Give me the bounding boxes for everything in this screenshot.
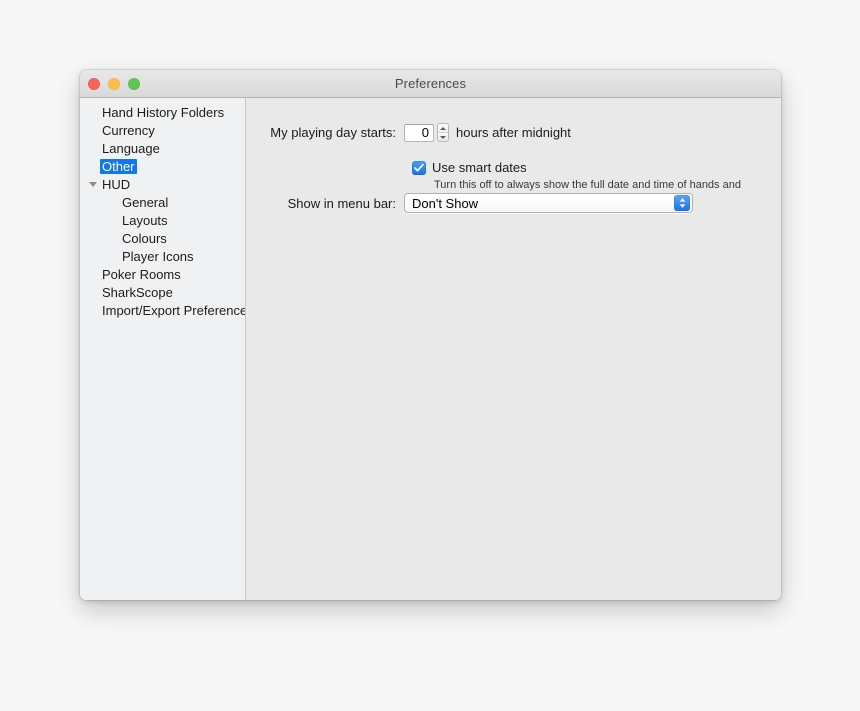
playing-day-stepper[interactable] bbox=[437, 123, 449, 142]
stepper-increment-button[interactable] bbox=[438, 124, 448, 133]
sidebar-item-import-export-preferences[interactable]: Import/Export Preferences bbox=[80, 301, 245, 319]
sidebar-item-label: Hand History Folders bbox=[102, 104, 225, 120]
playing-day-row: My playing day starts: hours after midni… bbox=[246, 123, 781, 142]
sidebar-item-hud[interactable]: HUD bbox=[80, 175, 245, 193]
playing-day-suffix-label: hours after midnight bbox=[456, 125, 571, 140]
stepper-decrement-button[interactable] bbox=[438, 133, 448, 141]
sidebar-item-label: Language bbox=[102, 140, 160, 156]
playing-day-hours-input[interactable] bbox=[404, 123, 434, 142]
chevron-down-icon bbox=[440, 135, 446, 139]
smart-dates-label: Use smart dates bbox=[432, 160, 527, 175]
disclosure-triangle-down-icon[interactable] bbox=[89, 181, 97, 187]
menu-bar-row: Show in menu bar: Don't Show bbox=[246, 193, 781, 213]
window-body: Hand History Folders Currency Language O… bbox=[80, 98, 781, 600]
sidebar-item-label: Import/Export Preferences bbox=[102, 302, 246, 318]
sidebar-item-label: Layouts bbox=[122, 212, 168, 228]
sidebar-item-player-icons[interactable]: Player Icons bbox=[80, 247, 245, 265]
smart-dates-row: Use smart dates bbox=[246, 160, 781, 175]
chevron-up-icon bbox=[440, 126, 446, 130]
preferences-window: Preferences Hand History Folders Currenc… bbox=[80, 70, 781, 600]
preferences-content-pane: My playing day starts: hours after midni… bbox=[246, 98, 781, 600]
sidebar-item-label: HUD bbox=[102, 176, 131, 192]
sidebar-item-poker-rooms[interactable]: Poker Rooms bbox=[80, 265, 245, 283]
up-down-chevron-icon[interactable] bbox=[674, 195, 690, 211]
preferences-sidebar: Hand History Folders Currency Language O… bbox=[80, 98, 246, 600]
zoom-button-icon[interactable] bbox=[128, 77, 140, 90]
sidebar-item-label: Currency bbox=[102, 122, 155, 138]
window-title: Preferences bbox=[394, 76, 467, 91]
sidebar-item-other[interactable]: Other bbox=[80, 157, 245, 175]
sidebar-item-label: SharkScope bbox=[102, 284, 173, 300]
sidebar-item-label: Poker Rooms bbox=[102, 266, 181, 282]
sidebar-item-general[interactable]: General bbox=[80, 193, 245, 211]
sidebar-item-label: Other bbox=[100, 158, 137, 174]
playing-day-label: My playing day starts: bbox=[270, 125, 396, 140]
checkmark-icon bbox=[414, 163, 424, 171]
sidebar-item-language[interactable]: Language bbox=[80, 139, 245, 157]
sidebar-item-sharkscope[interactable]: SharkScope bbox=[80, 283, 245, 301]
sidebar-item-layouts[interactable]: Layouts bbox=[80, 211, 245, 229]
smart-dates-checkbox[interactable] bbox=[412, 160, 426, 175]
menu-bar-selected-value: Don't Show bbox=[412, 195, 479, 211]
chevron-updown-glyph bbox=[679, 198, 685, 208]
window-controls bbox=[88, 77, 140, 90]
menu-bar-select[interactable]: Don't Show bbox=[404, 193, 693, 213]
sidebar-item-label: Player Icons bbox=[122, 248, 194, 264]
sidebar-item-hand-history-folders[interactable]: Hand History Folders bbox=[80, 103, 245, 121]
sidebar-item-currency[interactable]: Currency bbox=[80, 121, 245, 139]
close-button-icon[interactable] bbox=[88, 77, 100, 90]
sidebar-item-label: Colours bbox=[122, 230, 167, 246]
sidebar-item-colours[interactable]: Colours bbox=[80, 229, 245, 247]
menu-bar-label: Show in menu bar: bbox=[287, 195, 396, 211]
window-titlebar[interactable]: Preferences bbox=[80, 70, 781, 98]
sidebar-item-label: General bbox=[122, 194, 169, 210]
minimize-button-icon[interactable] bbox=[108, 77, 120, 90]
smart-dates-checkbox-group[interactable]: Use smart dates bbox=[412, 160, 527, 175]
